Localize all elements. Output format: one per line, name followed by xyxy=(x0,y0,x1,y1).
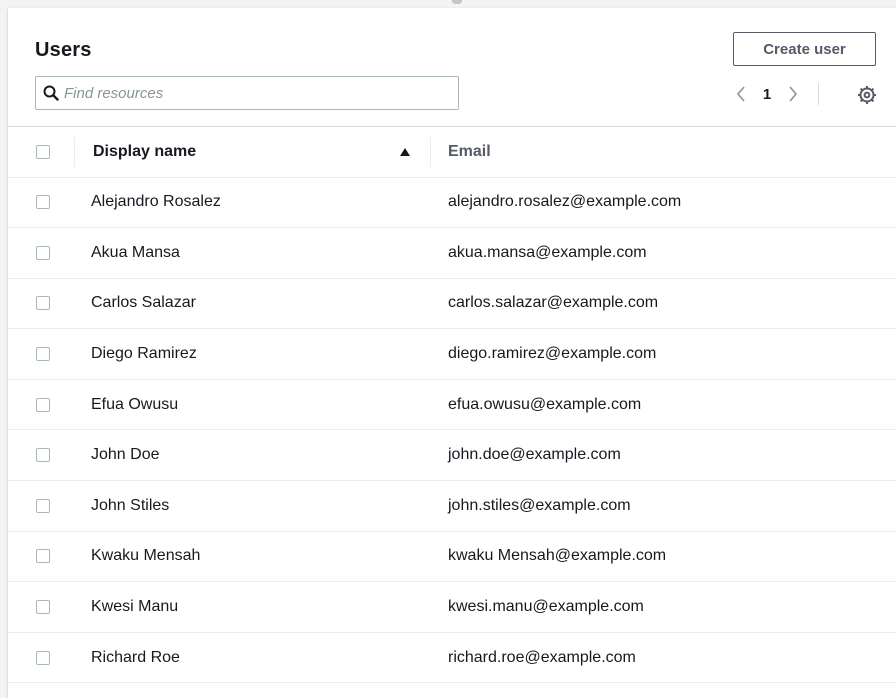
row-select-cell xyxy=(8,480,74,532)
row-checkbox[interactable] xyxy=(36,600,50,615)
row-checkbox[interactable] xyxy=(36,498,50,513)
pagination: 1 xyxy=(730,80,819,108)
row-checkbox[interactable] xyxy=(36,296,50,311)
chevron-left-icon[interactable] xyxy=(730,81,752,107)
table-row[interactable]: Kwesi Manu kwesi.manu@example.com xyxy=(8,581,896,633)
row-checkbox[interactable] xyxy=(36,195,50,210)
display-name-cell: Alejandro Rosalez xyxy=(74,177,430,229)
email-cell: john.doe@example.com xyxy=(430,429,896,482)
display-name-cell: Kwesi Manu xyxy=(74,581,430,633)
row-checkbox[interactable] xyxy=(36,245,50,260)
display-name-cell: Kwaku Mensah xyxy=(74,531,430,583)
current-page-number[interactable]: 1 xyxy=(752,86,782,103)
row-checkbox[interactable] xyxy=(36,549,50,564)
page-title: Users xyxy=(35,39,92,61)
column-header-email[interactable]: Email xyxy=(430,127,896,178)
table-header-row: Display name Email xyxy=(8,127,896,178)
row-checkbox[interactable] xyxy=(36,448,50,463)
table-row[interactable]: Carlos Salazar carlos.salazar@example.co… xyxy=(8,278,896,330)
create-user-button[interactable]: Create user xyxy=(733,32,876,66)
row-select-cell xyxy=(8,581,74,633)
display-name-cell: Efua Owusu xyxy=(74,379,430,431)
users-panel: Users Create user 1 xyxy=(8,8,896,698)
column-label-display-name: Display name xyxy=(93,143,197,160)
table-row[interactable]: Alejandro Rosalez alejandro.rosalez@exam… xyxy=(8,177,896,229)
display-name-cell: John Doe xyxy=(74,429,430,482)
display-name-cell: Akua Mansa xyxy=(74,227,430,279)
email-cell: carlos.salazar@example.com xyxy=(430,278,896,330)
display-name-cell: Richard Roe xyxy=(74,632,430,684)
chevron-right-icon[interactable] xyxy=(782,81,804,107)
row-select-cell xyxy=(8,379,74,431)
gear-icon[interactable] xyxy=(854,82,880,108)
table-row[interactable]: Kwaku Mensah kwaku Mensah@example.com xyxy=(8,531,896,583)
search-icon xyxy=(38,77,64,109)
email-cell: kwaku Mensah@example.com xyxy=(430,531,896,583)
column-header-display-name[interactable]: Display name xyxy=(74,127,430,178)
pagination-divider xyxy=(818,83,819,105)
display-name-cell: Diego Ramirez xyxy=(74,328,430,380)
row-checkbox[interactable] xyxy=(36,347,50,362)
row-select-cell xyxy=(8,227,74,279)
email-cell: diego.ramirez@example.com xyxy=(430,328,896,380)
top-edge-marker xyxy=(452,0,462,4)
row-select-cell xyxy=(8,429,74,482)
column-separator xyxy=(430,137,431,167)
column-separator xyxy=(74,137,75,167)
display-name-cell: John Stiles xyxy=(74,480,430,532)
row-checkbox[interactable] xyxy=(36,650,50,665)
column-label-email: Email xyxy=(448,143,491,160)
search-input[interactable] xyxy=(64,79,458,107)
table-row[interactable]: Akua Mansa akua.mansa@example.com xyxy=(8,227,896,279)
display-name-cell: Carlos Salazar xyxy=(74,278,430,330)
email-cell: john.stiles@example.com xyxy=(430,480,896,532)
email-cell: akua.mansa@example.com xyxy=(430,227,896,279)
row-select-cell xyxy=(8,278,74,330)
email-cell: efua.owusu@example.com xyxy=(430,379,896,431)
email-cell: kwesi.manu@example.com xyxy=(430,581,896,633)
users-table: Display name Email Alejandro Rosalez ale… xyxy=(8,127,896,684)
table-row[interactable]: Diego Ramirez diego.ramirez@example.com xyxy=(8,328,896,380)
search-box xyxy=(35,76,459,110)
email-cell: richard.roe@example.com xyxy=(430,632,896,684)
select-all-checkbox[interactable] xyxy=(36,144,50,159)
row-select-cell xyxy=(8,328,74,380)
email-cell: alejandro.rosalez@example.com xyxy=(430,177,896,229)
row-select-cell xyxy=(8,177,74,229)
table-row[interactable]: Efua Owusu efua.owusu@example.com xyxy=(8,379,896,431)
select-all-cell xyxy=(8,127,74,178)
table-row[interactable]: Richard Roe richard.roe@example.com xyxy=(8,632,896,684)
row-checkbox[interactable] xyxy=(36,397,50,412)
table-body: Alejandro Rosalez alejandro.rosalez@exam… xyxy=(8,177,896,684)
panel-header: Users Create user 1 xyxy=(8,8,896,127)
row-select-cell xyxy=(8,531,74,583)
sort-ascending-icon[interactable] xyxy=(399,146,411,158)
table-row[interactable]: John Stiles john.stiles@example.com xyxy=(8,480,896,532)
row-select-cell xyxy=(8,632,74,684)
table-row[interactable]: John Doe john.doe@example.com xyxy=(8,429,896,482)
